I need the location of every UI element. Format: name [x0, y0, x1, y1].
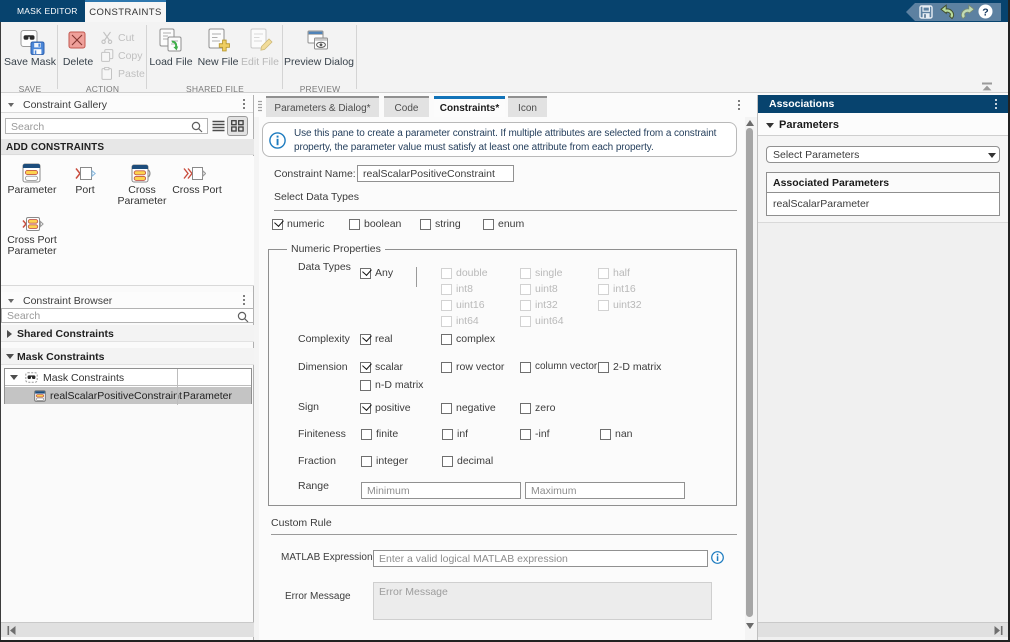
svg-text:?: ? [982, 6, 988, 18]
